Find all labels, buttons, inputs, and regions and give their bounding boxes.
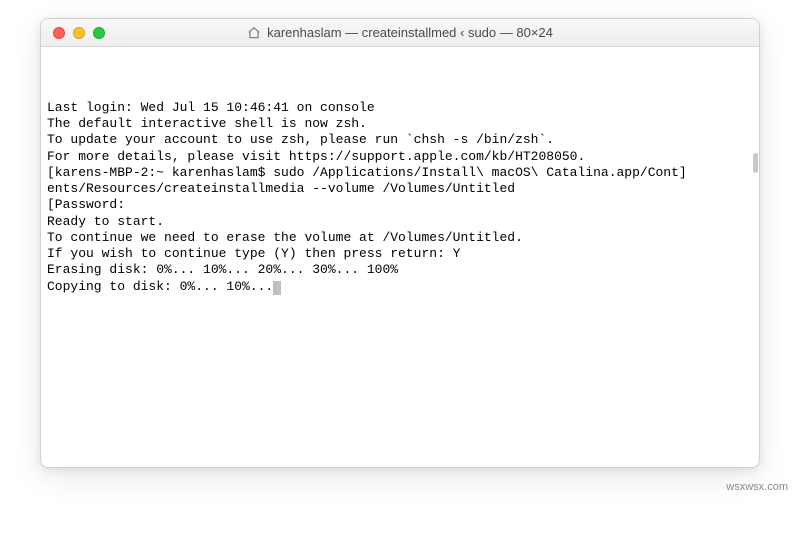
terminal-line: To continue we need to erase the volume …: [47, 230, 753, 246]
terminal-line: Last login: Wed Jul 15 10:46:41 on conso…: [47, 100, 753, 116]
maximize-button[interactable]: [93, 27, 105, 39]
terminal-content[interactable]: Last login: Wed Jul 15 10:46:41 on conso…: [41, 47, 759, 467]
home-icon: [247, 26, 261, 40]
window-title: karenhaslam — createinstallmed ‹ sudo — …: [267, 25, 553, 40]
titlebar[interactable]: karenhaslam — createinstallmed ‹ sudo — …: [41, 19, 759, 47]
close-button[interactable]: [53, 27, 65, 39]
terminal-line: Ready to start.: [47, 214, 753, 230]
minimize-button[interactable]: [73, 27, 85, 39]
window-controls: [41, 27, 105, 39]
terminal-line: ents/Resources/createinstallmedia --volu…: [47, 181, 753, 197]
terminal-cursor: [273, 281, 281, 295]
terminal-line: [karens-MBP-2:~ karenhaslam$ sudo /Appli…: [47, 165, 753, 181]
watermark-text: wsxwsx.com: [726, 481, 788, 493]
terminal-line: Erasing disk: 0%... 10%... 20%... 30%...…: [47, 262, 753, 278]
terminal-line: The default interactive shell is now zsh…: [47, 116, 753, 132]
terminal-window: karenhaslam — createinstallmed ‹ sudo — …: [40, 18, 760, 468]
window-title-wrap: karenhaslam — createinstallmed ‹ sudo — …: [41, 25, 759, 40]
scrollbar-thumb[interactable]: [753, 153, 758, 173]
terminal-line: For more details, please visit https://s…: [47, 149, 753, 165]
terminal-line: [Password:: [47, 197, 753, 213]
terminal-line: If you wish to continue type (Y) then pr…: [47, 246, 753, 262]
terminal-line: To update your account to use zsh, pleas…: [47, 132, 753, 148]
terminal-line: Copying to disk: 0%... 10%...: [47, 279, 753, 295]
